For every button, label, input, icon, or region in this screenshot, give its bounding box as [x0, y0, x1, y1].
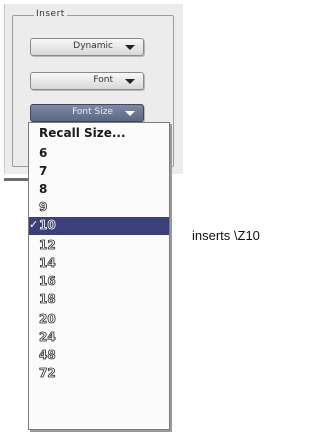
dynamic-popup[interactable]: Dynamic: [30, 38, 144, 56]
font-size-popup-label: Font Size: [72, 107, 113, 117]
chevron-down-icon: [125, 45, 135, 50]
font-popup-label: Font: [93, 75, 113, 85]
menu-item-7[interactable]: 7: [29, 163, 169, 181]
menu-item-48[interactable]: 48: [29, 347, 169, 365]
font-popup[interactable]: Font: [30, 72, 144, 90]
menu-item-6[interactable]: 6: [29, 145, 169, 163]
menu-item-24[interactable]: 24: [29, 329, 169, 347]
menu-item-recall-size[interactable]: Recall Size...: [29, 125, 169, 143]
insert-group-title: Insert: [34, 9, 67, 19]
menu-item-9[interactable]: 9: [29, 199, 169, 217]
menu-item-16[interactable]: 16: [29, 273, 169, 291]
checkmark-icon: ✓: [29, 218, 39, 231]
menu-item-12[interactable]: 12: [29, 237, 169, 255]
menu-item-18[interactable]: 18: [29, 291, 169, 309]
menu-item-10[interactable]: ✓ 10: [29, 217, 169, 235]
annotation-caption: inserts \Z10: [192, 228, 260, 243]
menu-item-14[interactable]: 14: [29, 255, 169, 273]
menu-item-20[interactable]: 20: [29, 311, 169, 329]
menu-item-72[interactable]: 72: [29, 365, 169, 383]
chevron-down-icon: [125, 111, 135, 116]
menu-item-8[interactable]: 8: [29, 181, 169, 199]
font-size-menu: Recall Size... 6 7 8 9 ✓ 10 12 14 16 18 …: [28, 122, 170, 430]
dynamic-popup-label: Dynamic: [73, 41, 113, 51]
chevron-down-icon: [125, 79, 135, 84]
font-size-popup[interactable]: Font Size: [30, 104, 144, 122]
